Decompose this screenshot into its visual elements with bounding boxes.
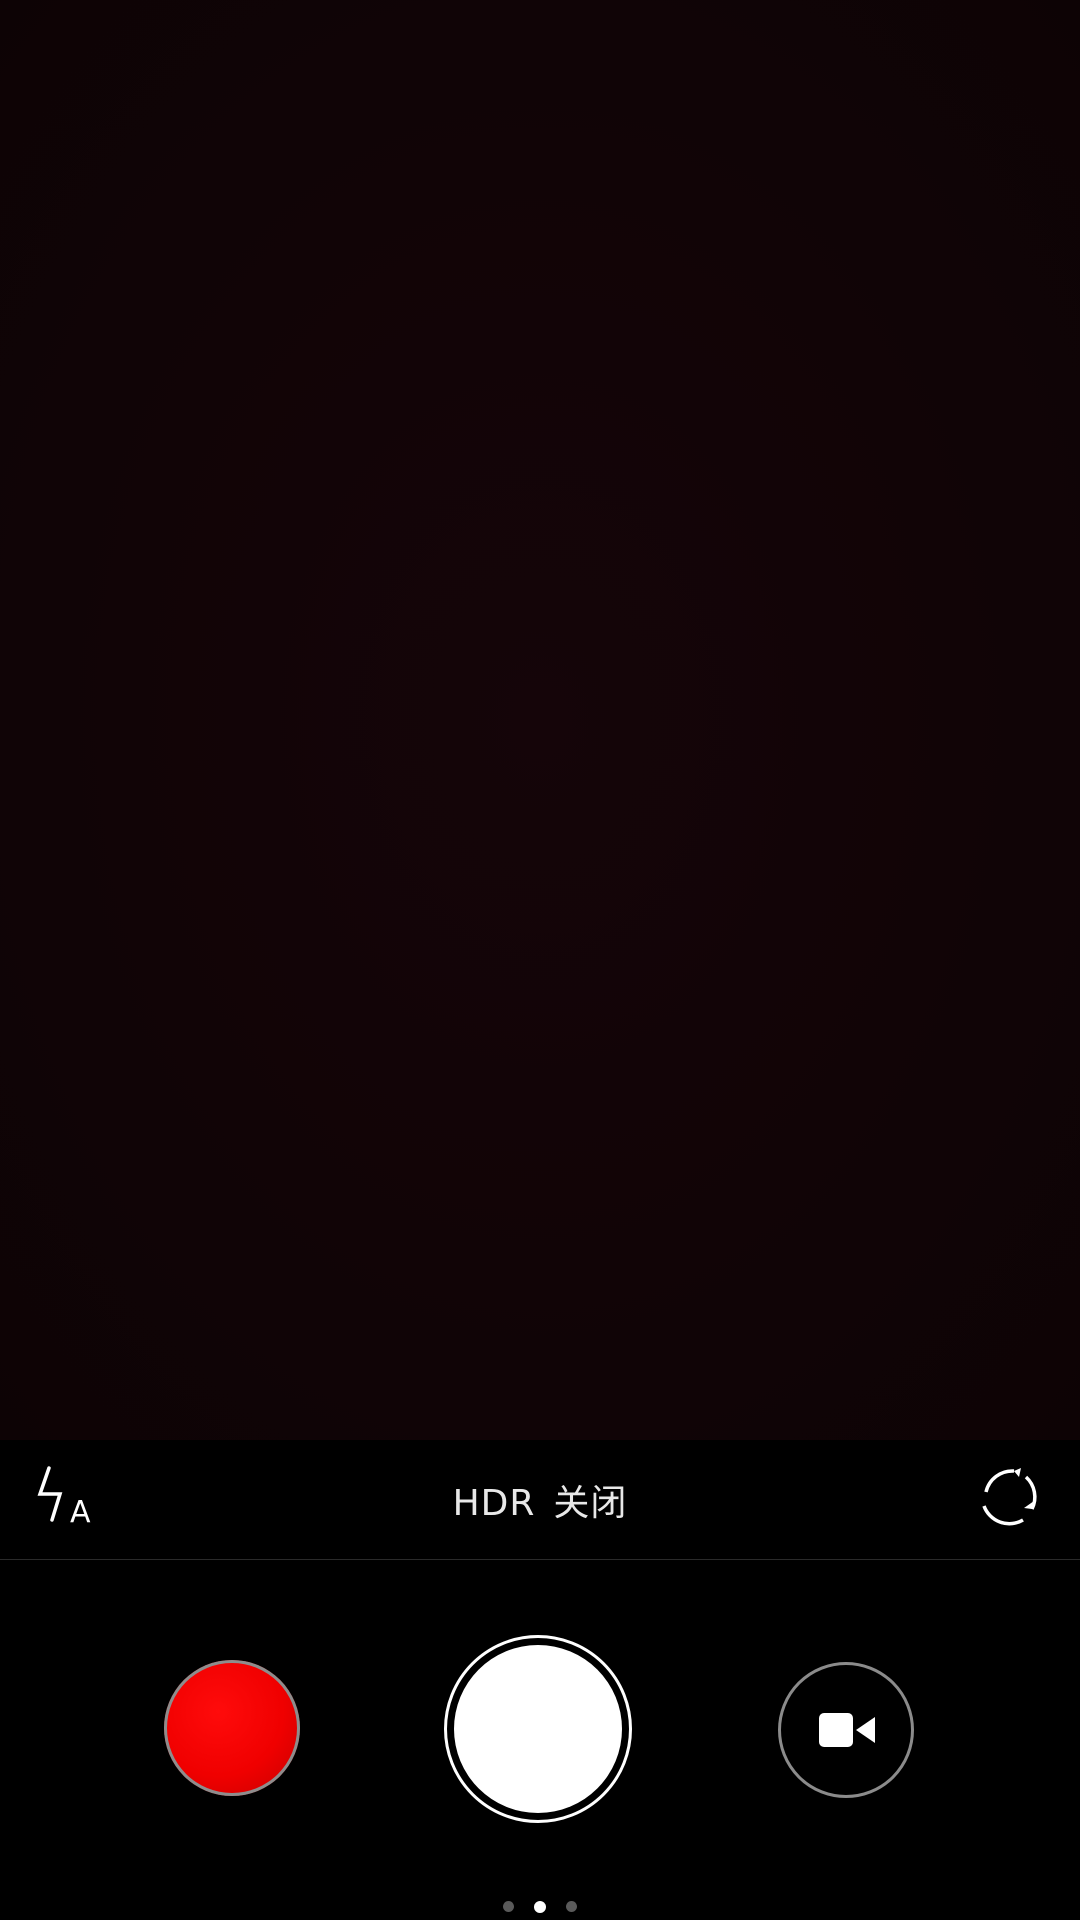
page-dot[interactable] [566,1901,577,1912]
shutter-inner [454,1645,622,1813]
switch-camera-button[interactable] [980,1468,1040,1528]
camera-viewfinder[interactable] [0,0,1080,1440]
hdr-toggle[interactable]: HDR 关闭 [0,1474,1080,1526]
filter-button[interactable] [164,1660,300,1796]
hdr-state: 关闭 [553,1483,628,1524]
camera-settings-bar: A HDR 关闭 [0,1440,1080,1560]
page-dot-active[interactable] [534,1900,546,1913]
video-mode-button[interactable] [778,1662,914,1798]
shutter-button[interactable] [444,1635,632,1823]
hdr-label: HDR [452,1483,536,1524]
page-dot[interactable] [503,1901,514,1912]
switch-camera-icon [982,1468,1037,1526]
page-indicator [0,1896,1080,1913]
video-camera-icon [819,1713,875,1747]
camera-controls [0,1560,1080,1920]
